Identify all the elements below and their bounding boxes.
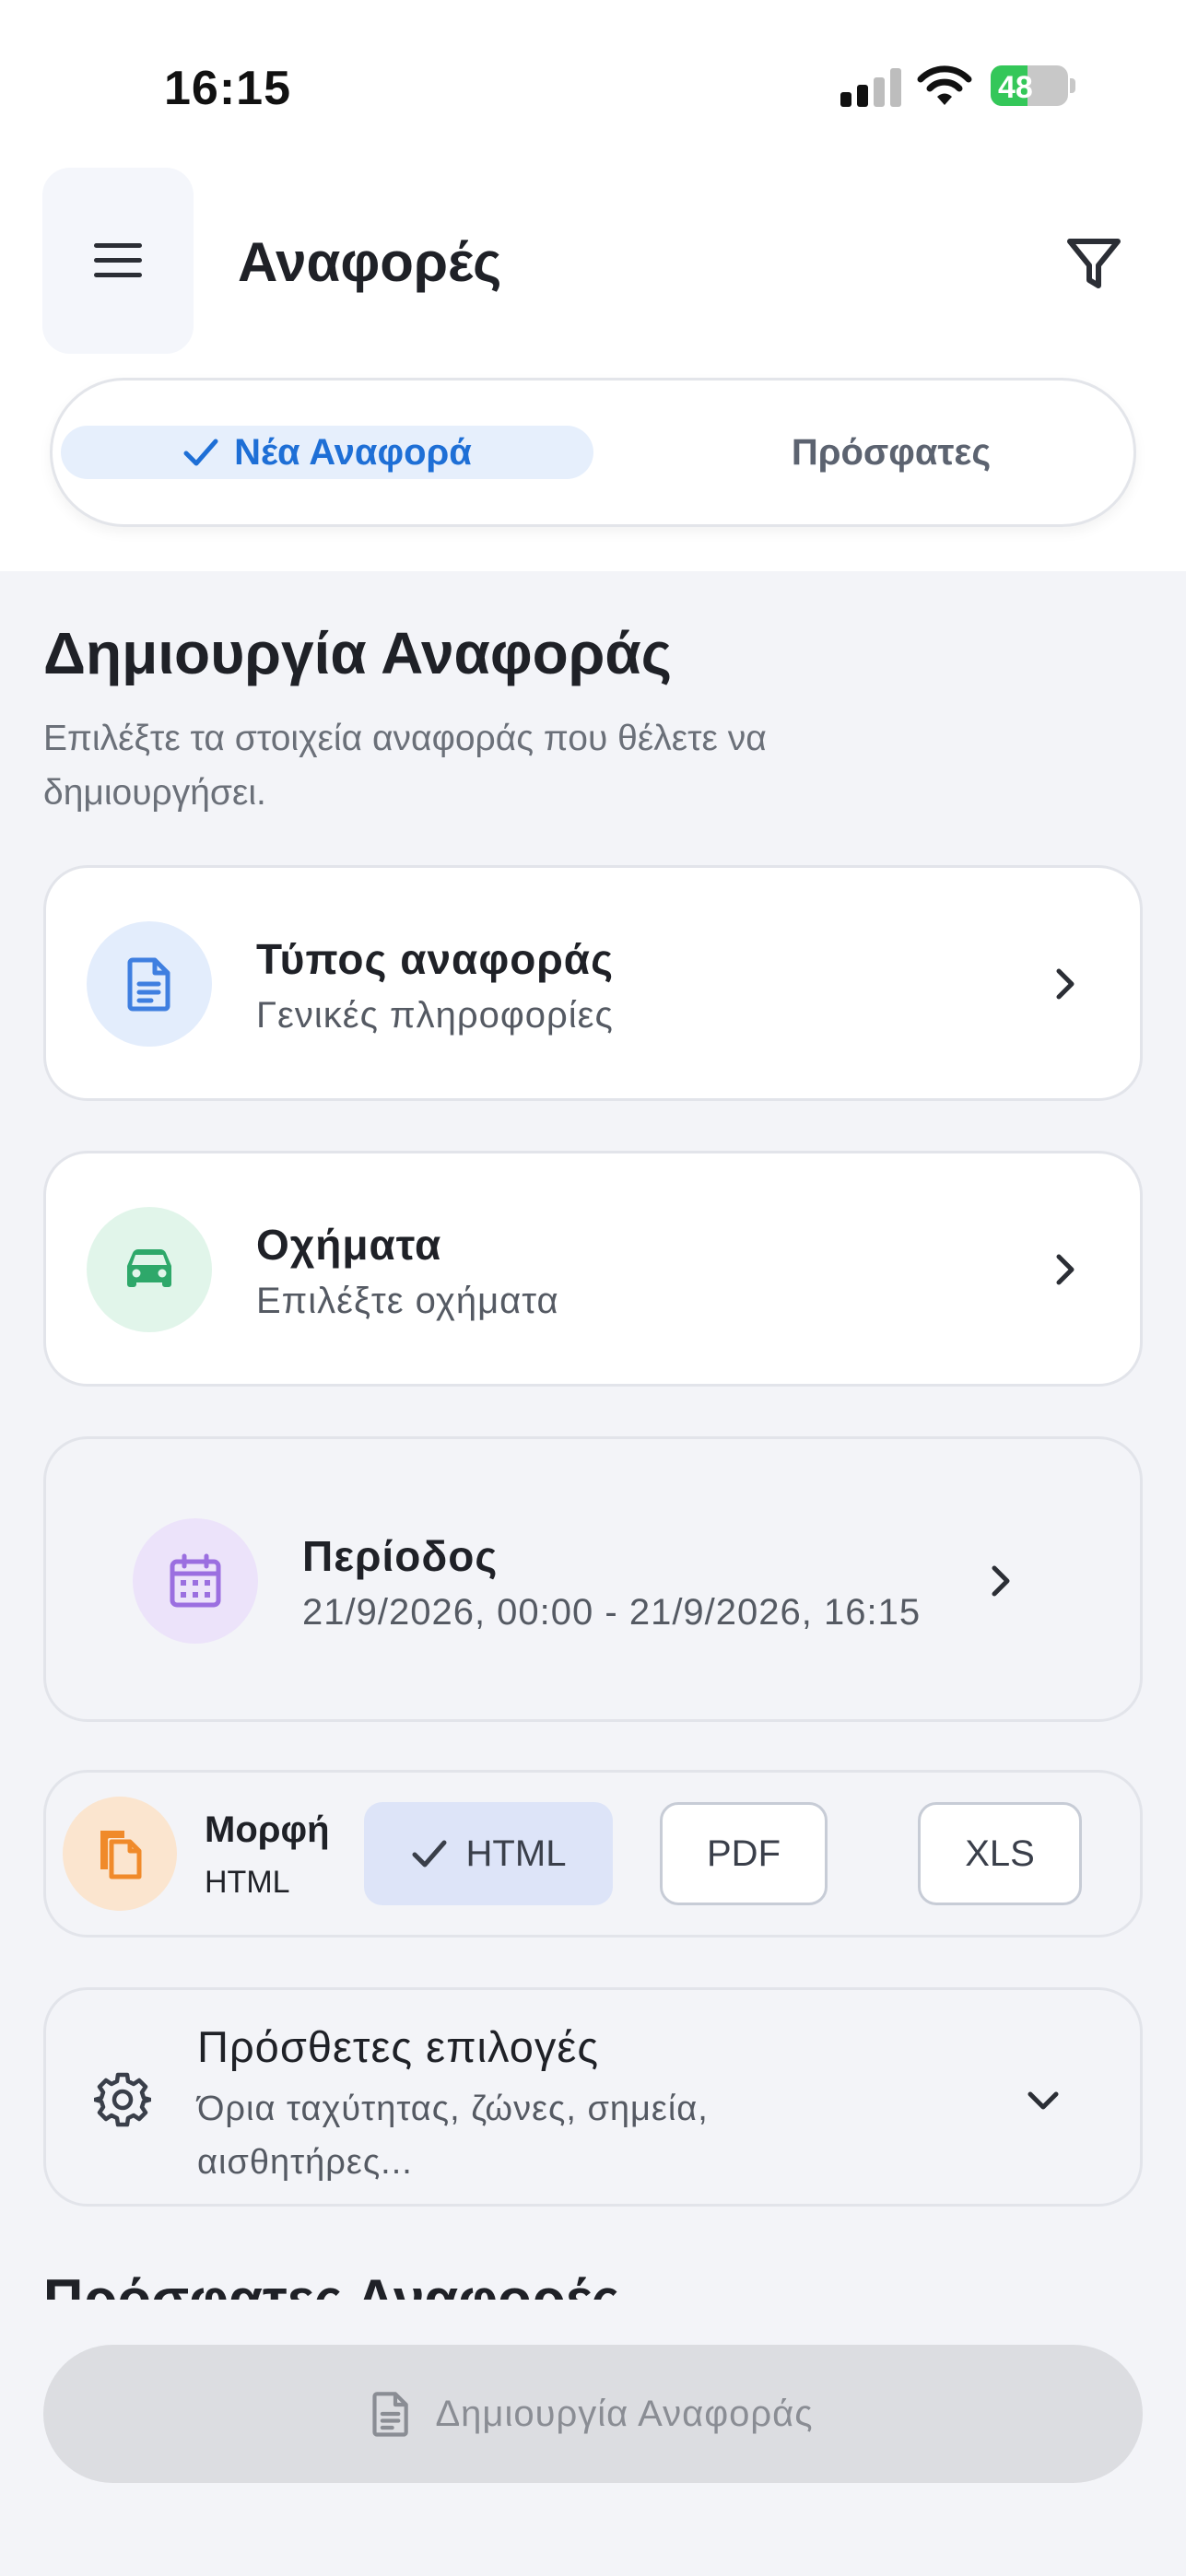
document-icon bbox=[372, 2392, 409, 2437]
tab-new-report[interactable]: Νέα Αναφορά bbox=[61, 426, 593, 479]
format-option-xls[interactable]: XLS bbox=[918, 1802, 1082, 1905]
filter-icon[interactable] bbox=[1064, 234, 1123, 293]
wifi-icon bbox=[917, 65, 972, 105]
chevron-right-icon bbox=[1056, 1254, 1074, 1285]
format-option-html[interactable]: HTML bbox=[364, 1802, 613, 1905]
create-report-button[interactable]: Δημιουργία Αναφοράς bbox=[43, 2345, 1143, 2483]
period-card[interactable]: Περίοδος 21/9/2026, 00:00 - 21/9/2026, 1… bbox=[43, 1436, 1143, 1722]
tab-recent-label: Πρόσφατες bbox=[791, 431, 992, 473]
extra-options-card[interactable]: Πρόσθετες επιλογές Όρια ταχύτητας, ζώνες… bbox=[43, 1987, 1143, 2207]
extra-options-subtitle: Όρια ταχύτητας, ζώνες, σημεία, αισθητήρε… bbox=[197, 2090, 709, 2182]
tab-recent[interactable]: Πρόσφατες bbox=[679, 423, 1103, 482]
format-icon-circle bbox=[63, 1797, 177, 1911]
check-icon bbox=[183, 439, 218, 466]
report-type-title: Τύπος αναφοράς bbox=[256, 935, 614, 983]
cellular-signal-icon bbox=[840, 68, 901, 107]
chevron-right-icon bbox=[1056, 968, 1074, 1000]
format-label: Μορφή bbox=[205, 1809, 330, 1850]
hamburger-icon bbox=[94, 243, 142, 277]
report-type-icon-circle bbox=[87, 921, 212, 1047]
check-icon bbox=[412, 1840, 447, 1868]
format-card: Μορφή HTML HTML PDF XLS bbox=[43, 1770, 1143, 1938]
format-option-xls-label: XLS bbox=[965, 1832, 1035, 1874]
battery-icon: 48 bbox=[991, 65, 1075, 106]
recent-section-title-text: Πρόσφατες Αναφορές bbox=[43, 2272, 619, 2300]
menu-button[interactable] bbox=[42, 168, 194, 354]
segmented-tabs: Νέα Αναφορά Πρόσφατες bbox=[50, 378, 1136, 527]
extra-options-title: Πρόσθετες επιλογές bbox=[197, 2022, 599, 2071]
create-report-button-label: Δημιουργία Αναφοράς bbox=[435, 2393, 814, 2434]
vehicles-icon-circle bbox=[87, 1207, 212, 1332]
calendar-icon bbox=[170, 1553, 221, 1608]
report-type-card[interactable]: Τύπος αναφοράς Γενικές πληροφορίες bbox=[43, 865, 1143, 1101]
period-title: Περίοδος bbox=[302, 1532, 499, 1580]
vehicles-subtitle: Επιλέξτε οχήματα bbox=[256, 1281, 559, 1321]
document-icon bbox=[127, 957, 170, 1012]
recent-section-title: Πρόσφατες Αναφορές bbox=[43, 2272, 619, 2300]
report-type-subtitle: Γενικές πληροφορίες bbox=[256, 995, 614, 1036]
car-icon bbox=[127, 1249, 171, 1287]
period-subtitle: 21/9/2026, 00:00 - 21/9/2026, 16:15 bbox=[302, 1592, 922, 1633]
format-option-pdf[interactable]: PDF bbox=[660, 1802, 828, 1905]
section-subtitle: Επιλέξτε τα στοιχεία αναφοράς που θέλετε… bbox=[43, 719, 767, 813]
chevron-right-icon bbox=[992, 1565, 1010, 1597]
battery-percentage: 48 bbox=[998, 70, 1033, 105]
format-option-html-label: HTML bbox=[465, 1832, 567, 1874]
vehicles-card[interactable]: Οχήματα Επιλέξτε οχήματα bbox=[43, 1151, 1143, 1387]
format-value: HTML bbox=[205, 1865, 290, 1900]
status-time: 16:15 bbox=[164, 62, 291, 115]
format-option-pdf-label: PDF bbox=[707, 1832, 781, 1874]
copy-icon bbox=[100, 1831, 142, 1879]
period-icon-circle bbox=[133, 1518, 258, 1644]
page-title: Αναφορές bbox=[238, 231, 502, 293]
vehicles-title: Οχήματα bbox=[256, 1221, 442, 1269]
gear-icon bbox=[94, 2072, 151, 2127]
section-title: Δημιουργία Αναφοράς bbox=[43, 620, 672, 686]
tab-new-report-label: Νέα Αναφορά bbox=[234, 431, 472, 473]
chevron-down-icon bbox=[1027, 2091, 1059, 2110]
